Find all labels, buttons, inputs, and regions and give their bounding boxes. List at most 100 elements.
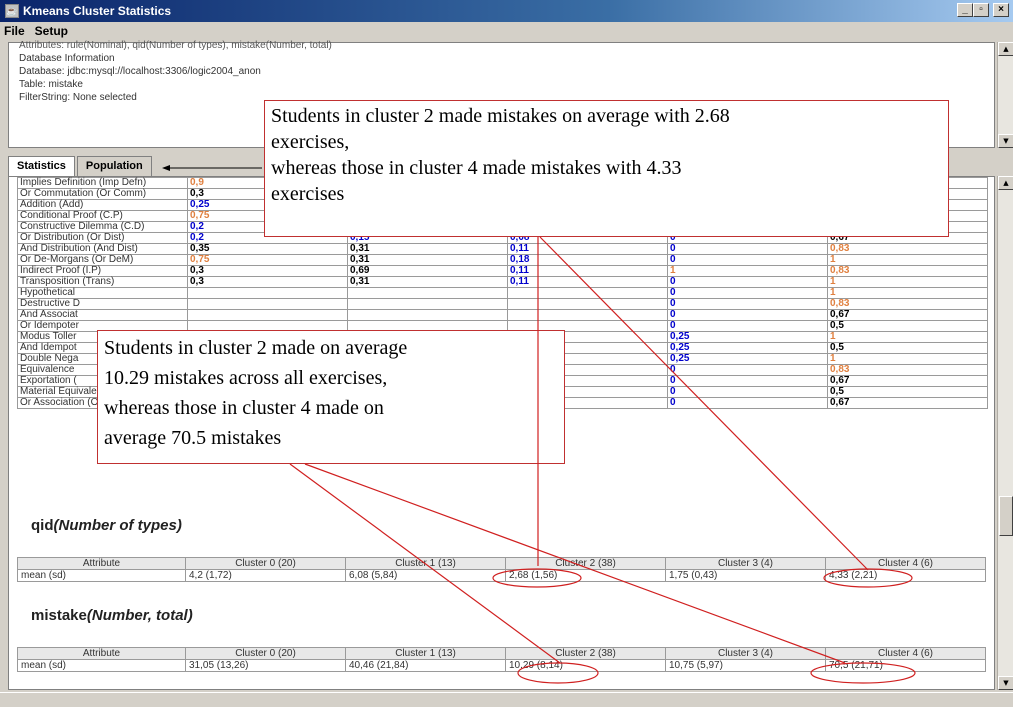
attribute-name: Hypothetical bbox=[17, 287, 188, 299]
table-row: Hypothetical 0 1 bbox=[17, 287, 988, 299]
scroll-down-icon[interactable]: ▼ bbox=[998, 676, 1013, 690]
cluster-0-value bbox=[187, 287, 348, 299]
cluster-0-value bbox=[187, 309, 348, 321]
cluster-3-value: 1 bbox=[667, 265, 828, 277]
header-cell: Cluster 4 (6) bbox=[825, 647, 986, 660]
header-cell: Cluster 3 (4) bbox=[665, 647, 826, 660]
table-cell: 2,68 (1,56) bbox=[505, 569, 666, 582]
tab-strip: Statistics Population bbox=[8, 156, 154, 177]
table-header-row: Attribute Cluster 0 (20) Cluster 1 (13) … bbox=[17, 557, 986, 570]
cluster-1-value bbox=[347, 309, 508, 321]
cluster-4-value: 0,83 bbox=[827, 298, 988, 310]
header-cell: Cluster 2 (38) bbox=[505, 557, 666, 570]
callout-line: Students in cluster 2 made on average bbox=[104, 337, 408, 359]
header-cell: Cluster 4 (6) bbox=[825, 557, 986, 570]
row-label: mean (sd) bbox=[17, 569, 186, 582]
info-line: Database: jdbc:mysql://localhost:3306/lo… bbox=[19, 66, 261, 77]
info-scrollbar[interactable]: ▲ ▼ bbox=[997, 42, 1013, 148]
table-row: Transposition (Trans) 0,3 0,31 0,11 0 1 bbox=[17, 276, 988, 288]
attribute-name: Constructive Dilemma (C.D) bbox=[17, 221, 188, 233]
table-cell: 10,29 (8,14) bbox=[505, 659, 666, 672]
header-cell: Cluster 2 (38) bbox=[505, 647, 666, 660]
tab-statistics[interactable]: Statistics bbox=[8, 156, 75, 177]
cluster-3-value: 0,25 bbox=[667, 342, 828, 354]
qid-table: Attribute Cluster 0 (20) Cluster 1 (13) … bbox=[17, 557, 986, 582]
scroll-up-icon[interactable]: ▲ bbox=[998, 42, 1013, 56]
attribute-name: Destructive D bbox=[17, 298, 188, 310]
tab-population[interactable]: Population bbox=[76, 156, 152, 176]
attribute-name: Indirect Proof (I.P) bbox=[17, 265, 188, 277]
cluster-3-value: 0 bbox=[667, 243, 828, 255]
table-cell: 4,2 (1,72) bbox=[185, 569, 346, 582]
header-cell: Cluster 3 (4) bbox=[665, 557, 826, 570]
cluster-3-value: 0 bbox=[667, 287, 828, 299]
cluster-0-value: 0,3 bbox=[187, 265, 348, 277]
cluster-2-value bbox=[507, 298, 668, 310]
callout-line: exercises, bbox=[271, 131, 350, 153]
cluster-0-value: 0,35 bbox=[187, 243, 348, 255]
cluster-1-value: 0,31 bbox=[347, 276, 508, 288]
cluster-2-value: 0,11 bbox=[507, 265, 668, 277]
cluster-0-value: 0,3 bbox=[187, 276, 348, 288]
table-row: And Distribution (And Dist) 0,35 0,31 0,11 0… bbox=[17, 243, 988, 255]
cluster-4-value: 1 bbox=[827, 287, 988, 299]
cluster-0-value bbox=[187, 298, 348, 310]
table-row: And Associat 0 0,67 bbox=[17, 309, 988, 321]
header-cell: Attribute bbox=[17, 647, 186, 660]
table-row: Indirect Proof (I.P) 0,3 0,69 0,11 1 0,83 bbox=[17, 265, 988, 277]
cluster-1-value bbox=[347, 298, 508, 310]
callout-line: 10.29 mistakes across all exercises, bbox=[104, 367, 388, 389]
cluster-3-value: 0 bbox=[667, 298, 828, 310]
info-line: Table: mistake bbox=[19, 79, 83, 90]
scroll-up-icon[interactable]: ▲ bbox=[998, 176, 1013, 190]
cluster-4-value: 0,83 bbox=[827, 243, 988, 255]
cluster-2-value: 0,11 bbox=[507, 243, 668, 255]
menu-setup[interactable]: Setup bbox=[35, 24, 68, 38]
callout-qid-comparison: Students in cluster 2 made mistakes on a… bbox=[264, 100, 949, 237]
cluster-4-value: 1 bbox=[827, 353, 988, 365]
header-cell: Cluster 1 (13) bbox=[345, 647, 506, 660]
cluster-4-value: 0,67 bbox=[827, 397, 988, 409]
cluster-2-value: 0,18 bbox=[507, 254, 668, 266]
cluster-3-value: 0 bbox=[667, 320, 828, 332]
table-row: mean (sd) 31,05 (13,26) 40,46 (21,84) 10… bbox=[17, 659, 986, 672]
table-header-row: Attribute Cluster 0 (20) Cluster 1 (13) … bbox=[17, 647, 986, 660]
cluster-3-value: 0 bbox=[667, 397, 828, 409]
cluster-4-value: 0,83 bbox=[827, 364, 988, 376]
attribute-name: And Associat bbox=[17, 309, 188, 321]
minimize-button[interactable]: _ bbox=[957, 3, 973, 17]
callout-line: whereas those in cluster 4 made mistakes… bbox=[271, 157, 682, 179]
attribute-name: Or Commutation (Or Comm) bbox=[17, 188, 188, 200]
cluster-2-value: 0,11 bbox=[507, 276, 668, 288]
cluster-3-value: 0 bbox=[667, 375, 828, 387]
attribute-name: Transposition (Trans) bbox=[17, 276, 188, 288]
callout-line: average 70.5 mistakes bbox=[104, 427, 282, 449]
cluster-2-value bbox=[507, 287, 668, 299]
info-line: Database Information bbox=[19, 53, 115, 64]
cluster-3-value: 0,25 bbox=[667, 353, 828, 365]
cluster-4-value: 0,83 bbox=[827, 265, 988, 277]
window-title: Kmeans Cluster Statistics bbox=[23, 4, 172, 18]
table-cell: 70,5 (21,71) bbox=[825, 659, 986, 672]
cluster-3-value: 0 bbox=[667, 386, 828, 398]
menu-file[interactable]: File bbox=[4, 24, 25, 38]
maximize-button[interactable]: ▫ bbox=[973, 3, 989, 17]
cluster-4-value: 0,5 bbox=[827, 320, 988, 332]
table-row: Or De-Morgans (Or DeM) 0,75 0,31 0,18 0 1 bbox=[17, 254, 988, 266]
close-button[interactable]: × bbox=[993, 3, 1009, 17]
table-cell: 31,05 (13,26) bbox=[185, 659, 346, 672]
callout-line: exercises bbox=[271, 183, 345, 205]
cluster-3-value: 0 bbox=[667, 309, 828, 321]
row-label: mean (sd) bbox=[17, 659, 186, 672]
attribute-name: Addition (Add) bbox=[17, 199, 188, 211]
java-app-icon: ☕ bbox=[5, 4, 19, 18]
menu-bar: File Setup bbox=[0, 22, 1013, 40]
attribute-name: Implies Definition (Imp Defn) bbox=[17, 177, 188, 189]
cluster-4-value: 0,5 bbox=[827, 386, 988, 398]
table-cell: 1,75 (0,43) bbox=[665, 569, 826, 582]
cluster-1-value bbox=[347, 287, 508, 299]
content-scrollbar[interactable]: ▲ ▼ bbox=[997, 176, 1013, 690]
scroll-thumb[interactable] bbox=[999, 496, 1013, 536]
header-cell: Cluster 0 (20) bbox=[185, 557, 346, 570]
scroll-down-icon[interactable]: ▼ bbox=[998, 134, 1013, 148]
